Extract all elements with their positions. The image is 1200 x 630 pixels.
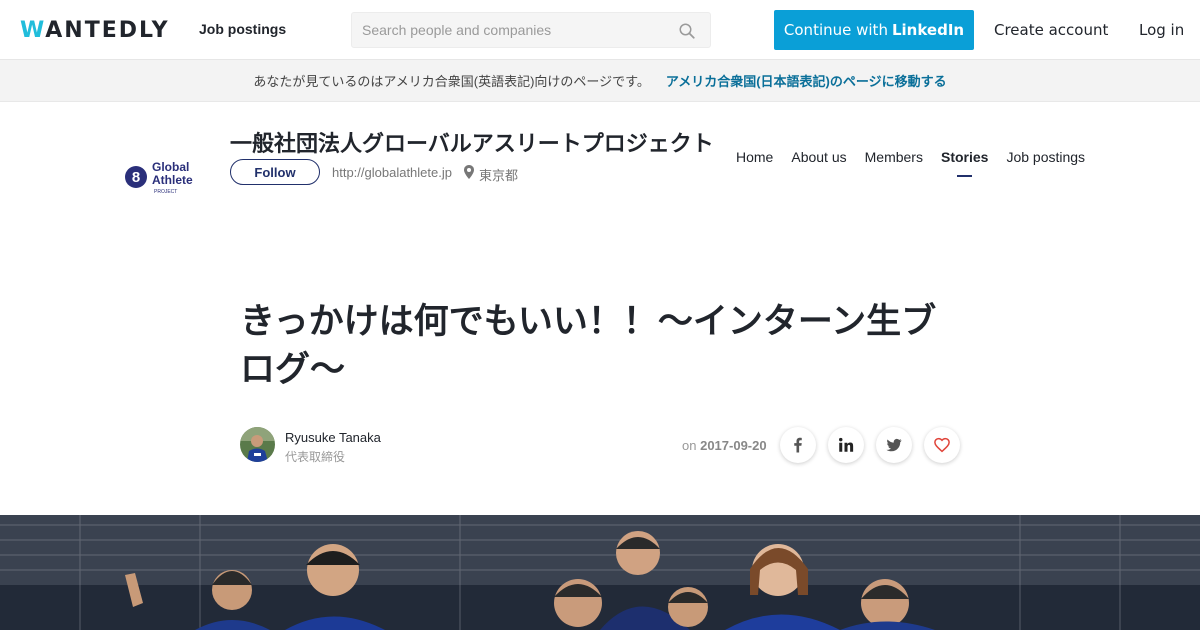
article-hero-photo	[0, 515, 1200, 630]
wantedly-logo[interactable]: WANTEDLY	[20, 17, 170, 43]
company-logo-line3: PROJECT	[154, 189, 177, 195]
company-logo-line2: Athlete	[152, 173, 193, 187]
region-banner-text: あなたが見ているのはアメリカ合衆国(英語表記)向けのページです。	[253, 74, 650, 89]
search-box[interactable]	[351, 12, 711, 48]
publish-date-prefix: on	[682, 438, 697, 453]
author-name[interactable]: Ryusuke Tanaka	[285, 430, 381, 445]
like-button[interactable]	[924, 427, 960, 463]
publish-date-value: 2017-09-20	[700, 438, 767, 453]
heart-icon	[934, 437, 950, 453]
search-icon[interactable]	[678, 22, 696, 40]
company-nav-about-us[interactable]: About us	[791, 149, 846, 165]
article-title: きっかけは何でもいい！！～インターン生ブログ～	[240, 302, 937, 389]
login-link[interactable]: Log in	[1139, 21, 1184, 39]
company-nav-job-postings[interactable]: Job postings	[1006, 149, 1085, 165]
company-logo-line1: Global	[152, 160, 189, 174]
company-nav-members[interactable]: Members	[865, 149, 923, 165]
twitter-icon	[886, 438, 902, 452]
top-header: WANTEDLY Job postings Continue withLinke…	[0, 0, 1200, 60]
linkedin-button-prefix: Continue with	[783, 21, 888, 39]
logo-w: W	[20, 17, 46, 43]
create-account-link[interactable]: Create account	[994, 21, 1108, 39]
linkedin-button-brand: LinkedIn	[891, 21, 965, 39]
share-facebook-button[interactable]	[780, 427, 816, 463]
company-name[interactable]: 一般社団法人グローバルアスリートプロジェクト	[230, 126, 714, 158]
follow-button[interactable]: Follow	[230, 159, 320, 185]
author-avatar[interactable]	[240, 427, 275, 462]
company-location: 東京都	[479, 168, 519, 183]
author-role: 代表取締役	[285, 450, 346, 464]
share-twitter-button[interactable]	[876, 427, 912, 463]
nav-job-postings[interactable]: Job postings	[199, 21, 286, 37]
location-pin-icon	[464, 165, 474, 179]
publish-date: on 2017-09-20	[682, 438, 767, 453]
company-nav-home[interactable]: Home	[736, 149, 773, 165]
region-banner: あなたが見ているのはアメリカ合衆国(英語表記)向けのページです。 アメリカ合衆国…	[0, 60, 1200, 102]
company-nav: Home About us Members Stories Job postin…	[736, 149, 1103, 177]
region-switch-link[interactable]: アメリカ合衆国(日本語表記)のページに移動する	[666, 71, 947, 90]
share-linkedin-button[interactable]	[828, 427, 864, 463]
continue-with-linkedin-button[interactable]: Continue with LinkedIn	[774, 10, 974, 50]
company-url[interactable]: http://globalathlete.jp	[332, 165, 452, 180]
facebook-icon	[794, 437, 802, 453]
company-logo[interactable]: 8 Global Athlete PROJECT	[118, 150, 206, 200]
linkedin-icon	[839, 437, 854, 452]
company-nav-stories[interactable]: Stories	[941, 149, 988, 177]
svg-text:8: 8	[132, 169, 140, 186]
search-input[interactable]	[362, 13, 672, 47]
logo-rest: ANTEDLY	[45, 17, 170, 43]
